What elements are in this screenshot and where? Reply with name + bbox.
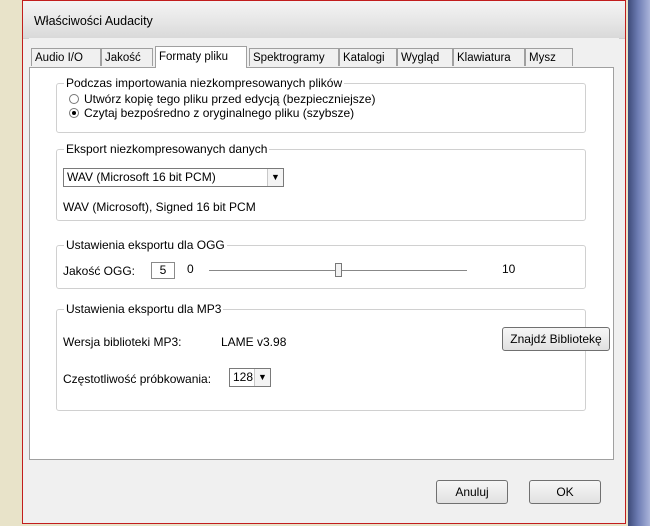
export-format-value: WAV (Microsoft 16 bit PCM) [67, 170, 216, 184]
slider-min-label: 0 [187, 262, 194, 276]
title-bar[interactable]: Właściwości Audacity [23, 1, 625, 39]
tab-mouse[interactable]: Mysz [525, 48, 573, 66]
tab-directories[interactable]: Katalogi [339, 48, 397, 66]
ogg-quality-value: 5 [151, 262, 175, 279]
ogg-group-legend: Ustawienia eksportu dla OGG [64, 238, 227, 252]
import-group-legend: Podczas importowania niezkompresowanych … [64, 76, 345, 90]
tab-audio-io[interactable]: Audio I/O [31, 48, 101, 66]
preferences-dialog: Właściwości Audacity Audio I/O Jakość Fo… [22, 0, 626, 524]
mp3-group-legend: Ustawienia eksportu dla MP3 [64, 302, 224, 316]
dialog-client: Audio I/O Jakość Formaty pliku Spektrogr… [29, 38, 619, 517]
find-library-button[interactable]: Znajdź Bibliotekę [502, 327, 610, 351]
sample-rate-select[interactable]: 128 ▼ [229, 368, 271, 387]
slider-max-label: 10 [502, 262, 516, 276]
radio-circle-unchecked[interactable] [69, 94, 79, 104]
tab-quality[interactable]: Jakość [101, 48, 153, 66]
desktop-background-right [628, 0, 650, 526]
tab-file-formats[interactable]: Formaty pliku [155, 46, 247, 68]
ogg-export-group: Ustawienia eksportu dla OGG Jakość OGG: … [56, 238, 586, 289]
desktop-background [0, 0, 22, 526]
radio-read-directly[interactable]: Czytaj bezpośredno z oryginalnego pliku … [69, 106, 354, 120]
export-group-legend: Eksport niezkompresowanych danych [64, 142, 270, 156]
mp3-library-version: LAME v3.98 [221, 335, 287, 349]
ogg-quality-label: Jakość OGG: [63, 264, 136, 278]
export-format-select[interactable]: WAV (Microsoft 16 bit PCM) ▼ [63, 168, 284, 187]
tab-spectrograms[interactable]: Spektrogramy [249, 48, 339, 66]
tab-keyboard[interactable]: Klawiatura [453, 48, 525, 66]
mp3-library-label: Wersja biblioteki MP3: [63, 335, 182, 349]
radio-circle-checked[interactable] [69, 108, 79, 118]
window-title: Właściwości Audacity [34, 14, 153, 28]
cancel-button[interactable]: Anuluj [436, 480, 508, 504]
sample-rate-value: 128 [233, 370, 254, 384]
sample-rate-label: Częstotliwość próbkowania: [63, 372, 212, 386]
export-format-description: WAV (Microsoft), Signed 16 bit PCM [63, 200, 256, 214]
ok-button[interactable]: OK [529, 480, 601, 504]
import-group: Podczas importowania niezkompresowanych … [56, 76, 586, 133]
file-formats-panel: Podczas importowania niezkompresowanych … [29, 67, 614, 460]
tab-interface[interactable]: Wygląd [397, 48, 453, 66]
ogg-quality-slider-thumb[interactable] [335, 263, 342, 277]
chevron-down-icon[interactable]: ▼ [267, 169, 283, 186]
mp3-export-group: Ustawienia eksportu dla MP3 Wersja bibli… [56, 302, 610, 411]
radio-read-label: Czytaj bezpośredno z oryginalnego pliku … [84, 106, 355, 120]
radio-copy-label: Utwórz kopię tego pliku przed edycją (be… [84, 92, 376, 106]
export-uncompressed-group: Eksport niezkompresowanych danych WAV (M… [56, 142, 586, 221]
chevron-down-icon[interactable]: ▼ [254, 369, 270, 386]
radio-copy-before-edit[interactable]: Utwórz kopię tego pliku przed edycją (be… [69, 92, 375, 106]
